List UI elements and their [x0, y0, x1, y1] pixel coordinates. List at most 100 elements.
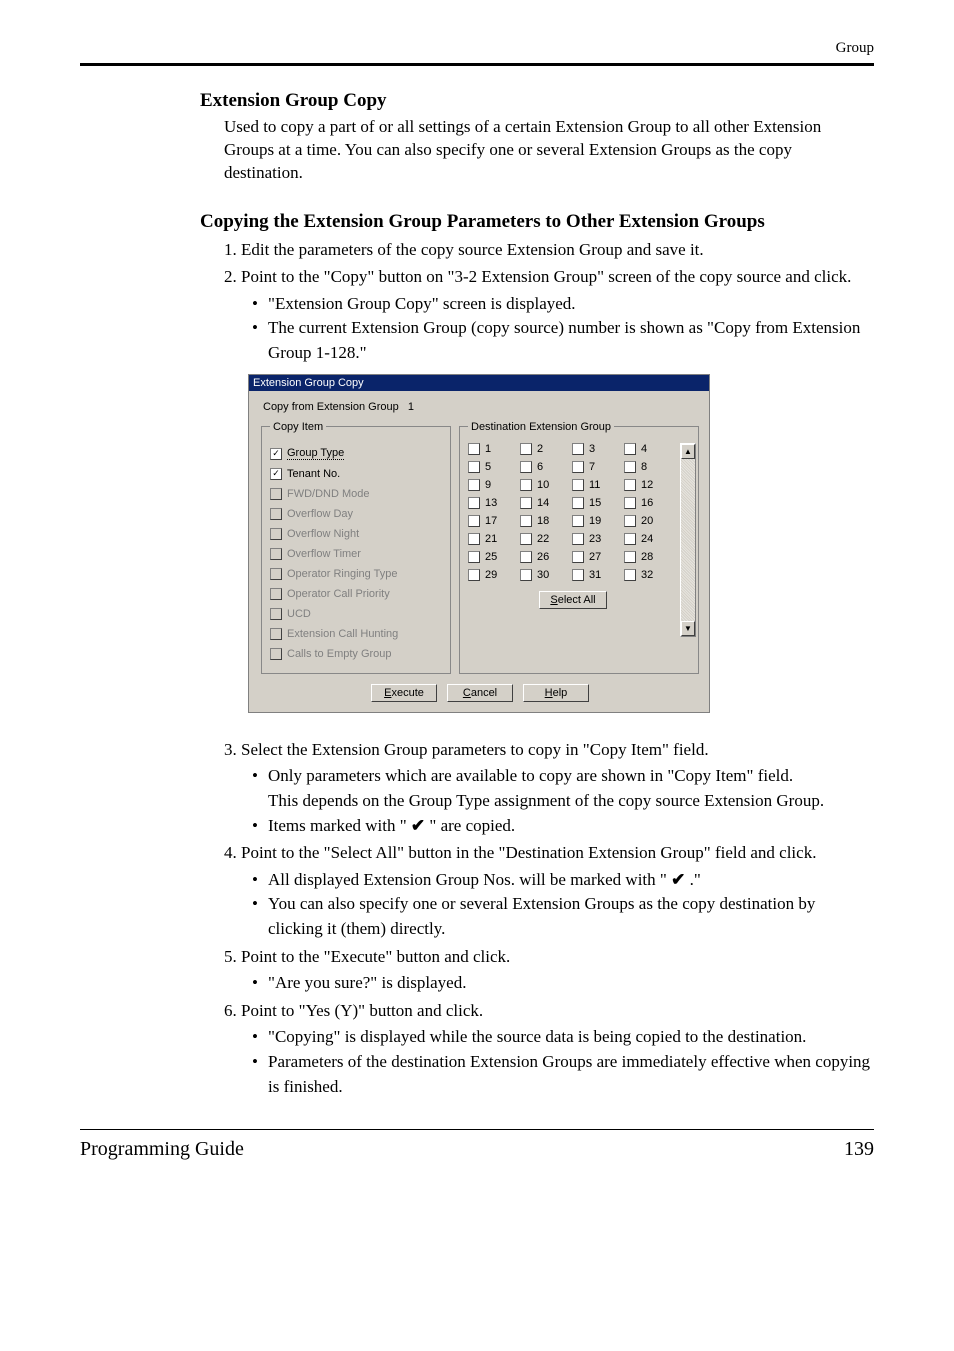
dest-checkbox[interactable]: 30 [520, 569, 570, 581]
checkbox-icon[interactable] [520, 551, 532, 563]
copy-item-checkbox[interactable]: Group Type [270, 445, 444, 463]
step-6-b2: Parameters of the destination Extension … [252, 1050, 874, 1099]
checkbox-icon[interactable] [572, 533, 584, 545]
dest-checkbox[interactable]: 10 [520, 479, 570, 491]
cancel-button[interactable]: Cancel [447, 684, 513, 702]
dialog-body: Copy from Extension Group 1 Copy Item Gr… [249, 391, 709, 712]
dest-checkbox[interactable]: 14 [520, 497, 570, 509]
checkbox-label: Overflow Day [287, 508, 353, 520]
dest-checkbox[interactable]: 11 [572, 479, 622, 491]
checkbox-icon[interactable] [270, 448, 282, 460]
dest-checkbox[interactable]: 26 [520, 551, 570, 563]
execute-button[interactable]: Execute [371, 684, 437, 702]
checkbox-icon[interactable] [468, 497, 480, 509]
dest-checkbox[interactable]: 8 [624, 461, 674, 473]
dest-checkbox[interactable]: 21 [468, 533, 518, 545]
page-header: Group [0, 40, 954, 63]
dest-checkbox[interactable]: 1 [468, 443, 518, 455]
checkbox-icon[interactable] [468, 461, 480, 473]
dest-checkbox[interactable]: 32 [624, 569, 674, 581]
dest-number-label: 5 [485, 461, 491, 473]
dest-checkbox[interactable]: 3 [572, 443, 622, 455]
copy-from-label: Copy from Extension Group 1 [263, 401, 699, 413]
dest-checkbox[interactable]: 24 [624, 533, 674, 545]
dest-checkbox[interactable]: 4 [624, 443, 674, 455]
dest-checkbox[interactable]: 16 [624, 497, 674, 509]
checkbox-label: Overflow Night [287, 528, 359, 540]
dest-checkbox[interactable]: 25 [468, 551, 518, 563]
checkbox-icon[interactable] [624, 551, 636, 563]
checkbox-icon[interactable] [520, 515, 532, 527]
dest-checkbox[interactable]: 12 [624, 479, 674, 491]
dest-number-label: 2 [537, 443, 543, 455]
dest-scrollbar[interactable]: ▲ ▼ [680, 443, 696, 637]
dest-checkbox[interactable]: 31 [572, 569, 622, 581]
checkbox-icon[interactable] [624, 443, 636, 455]
select-all-button[interactable]: Select All [539, 591, 606, 609]
checkbox-icon[interactable] [624, 515, 636, 527]
checkbox-icon[interactable] [520, 569, 532, 581]
step-4-b1a: All displayed Extension Group Nos. will … [268, 870, 671, 889]
checkbox-label: Overflow Timer [287, 548, 361, 560]
checkbox-icon[interactable] [572, 569, 584, 581]
checkbox-icon[interactable] [624, 497, 636, 509]
step-5-b1: "Are you sure?" is displayed. [252, 971, 874, 996]
checkbox-icon[interactable] [624, 533, 636, 545]
dest-checkbox[interactable]: 27 [572, 551, 622, 563]
checkbox-icon[interactable] [572, 479, 584, 491]
checkbox-icon [270, 588, 282, 600]
checkbox-icon[interactable] [520, 443, 532, 455]
subsection-title: Copying the Extension Group Parameters t… [200, 211, 874, 233]
checkbox-icon[interactable] [468, 479, 480, 491]
checkbox-icon[interactable] [572, 497, 584, 509]
checkbox-icon[interactable] [468, 551, 480, 563]
checkbox-icon[interactable] [572, 551, 584, 563]
checkbox-icon[interactable] [468, 443, 480, 455]
checkbox-icon[interactable] [624, 569, 636, 581]
dest-number-label: 30 [537, 569, 549, 581]
dest-checkbox[interactable]: 15 [572, 497, 622, 509]
checkbox-icon[interactable] [624, 479, 636, 491]
checkbox-label: FWD/DND Mode [287, 488, 370, 500]
checkbox-icon[interactable] [270, 468, 282, 480]
dest-checkbox[interactable]: 2 [520, 443, 570, 455]
checkbox-icon[interactable] [468, 569, 480, 581]
dest-checkbox[interactable]: 17 [468, 515, 518, 527]
checkbox-icon[interactable] [624, 461, 636, 473]
dest-checkbox[interactable]: 18 [520, 515, 570, 527]
checkbox-icon [270, 548, 282, 560]
dest-checkbox[interactable]: 7 [572, 461, 622, 473]
dest-checkbox[interactable]: 5 [468, 461, 518, 473]
dest-checkbox[interactable]: 6 [520, 461, 570, 473]
checkbox-icon[interactable] [520, 533, 532, 545]
help-button[interactable]: Help [523, 684, 589, 702]
copy-item-checkbox: Overflow Timer [270, 545, 444, 563]
step-3-b2c: " are copied. [425, 816, 515, 835]
checkbox-icon[interactable] [468, 515, 480, 527]
copy-item-checkbox[interactable]: Tenant No. [270, 465, 444, 483]
checkbox-label: Calls to Empty Group [287, 648, 392, 660]
dest-checkbox[interactable]: 20 [624, 515, 674, 527]
dest-number-label: 27 [589, 551, 601, 563]
content-area: Extension Group Copy Used to copy a part… [0, 90, 954, 1099]
dest-checkbox[interactable]: 23 [572, 533, 622, 545]
scroll-down-icon[interactable]: ▼ [681, 621, 695, 636]
checkbox-icon[interactable] [520, 479, 532, 491]
dest-checkbox[interactable]: 13 [468, 497, 518, 509]
dest-checkbox[interactable]: 28 [624, 551, 674, 563]
checkbox-icon[interactable] [572, 443, 584, 455]
copy-item-checkbox: Operator Ringing Type [270, 565, 444, 583]
dest-checkbox[interactable]: 22 [520, 533, 570, 545]
dest-number-label: 23 [589, 533, 601, 545]
checkbox-icon[interactable] [572, 461, 584, 473]
dest-checkbox[interactable]: 9 [468, 479, 518, 491]
dest-checkbox[interactable]: 19 [572, 515, 622, 527]
copy-item-checkbox: Extension Call Hunting [270, 625, 444, 643]
checkbox-icon[interactable] [520, 497, 532, 509]
section-title: Extension Group Copy [200, 90, 874, 112]
dest-checkbox[interactable]: 29 [468, 569, 518, 581]
checkbox-icon[interactable] [520, 461, 532, 473]
scroll-up-icon[interactable]: ▲ [681, 444, 695, 459]
checkbox-icon[interactable] [468, 533, 480, 545]
checkbox-icon[interactable] [572, 515, 584, 527]
